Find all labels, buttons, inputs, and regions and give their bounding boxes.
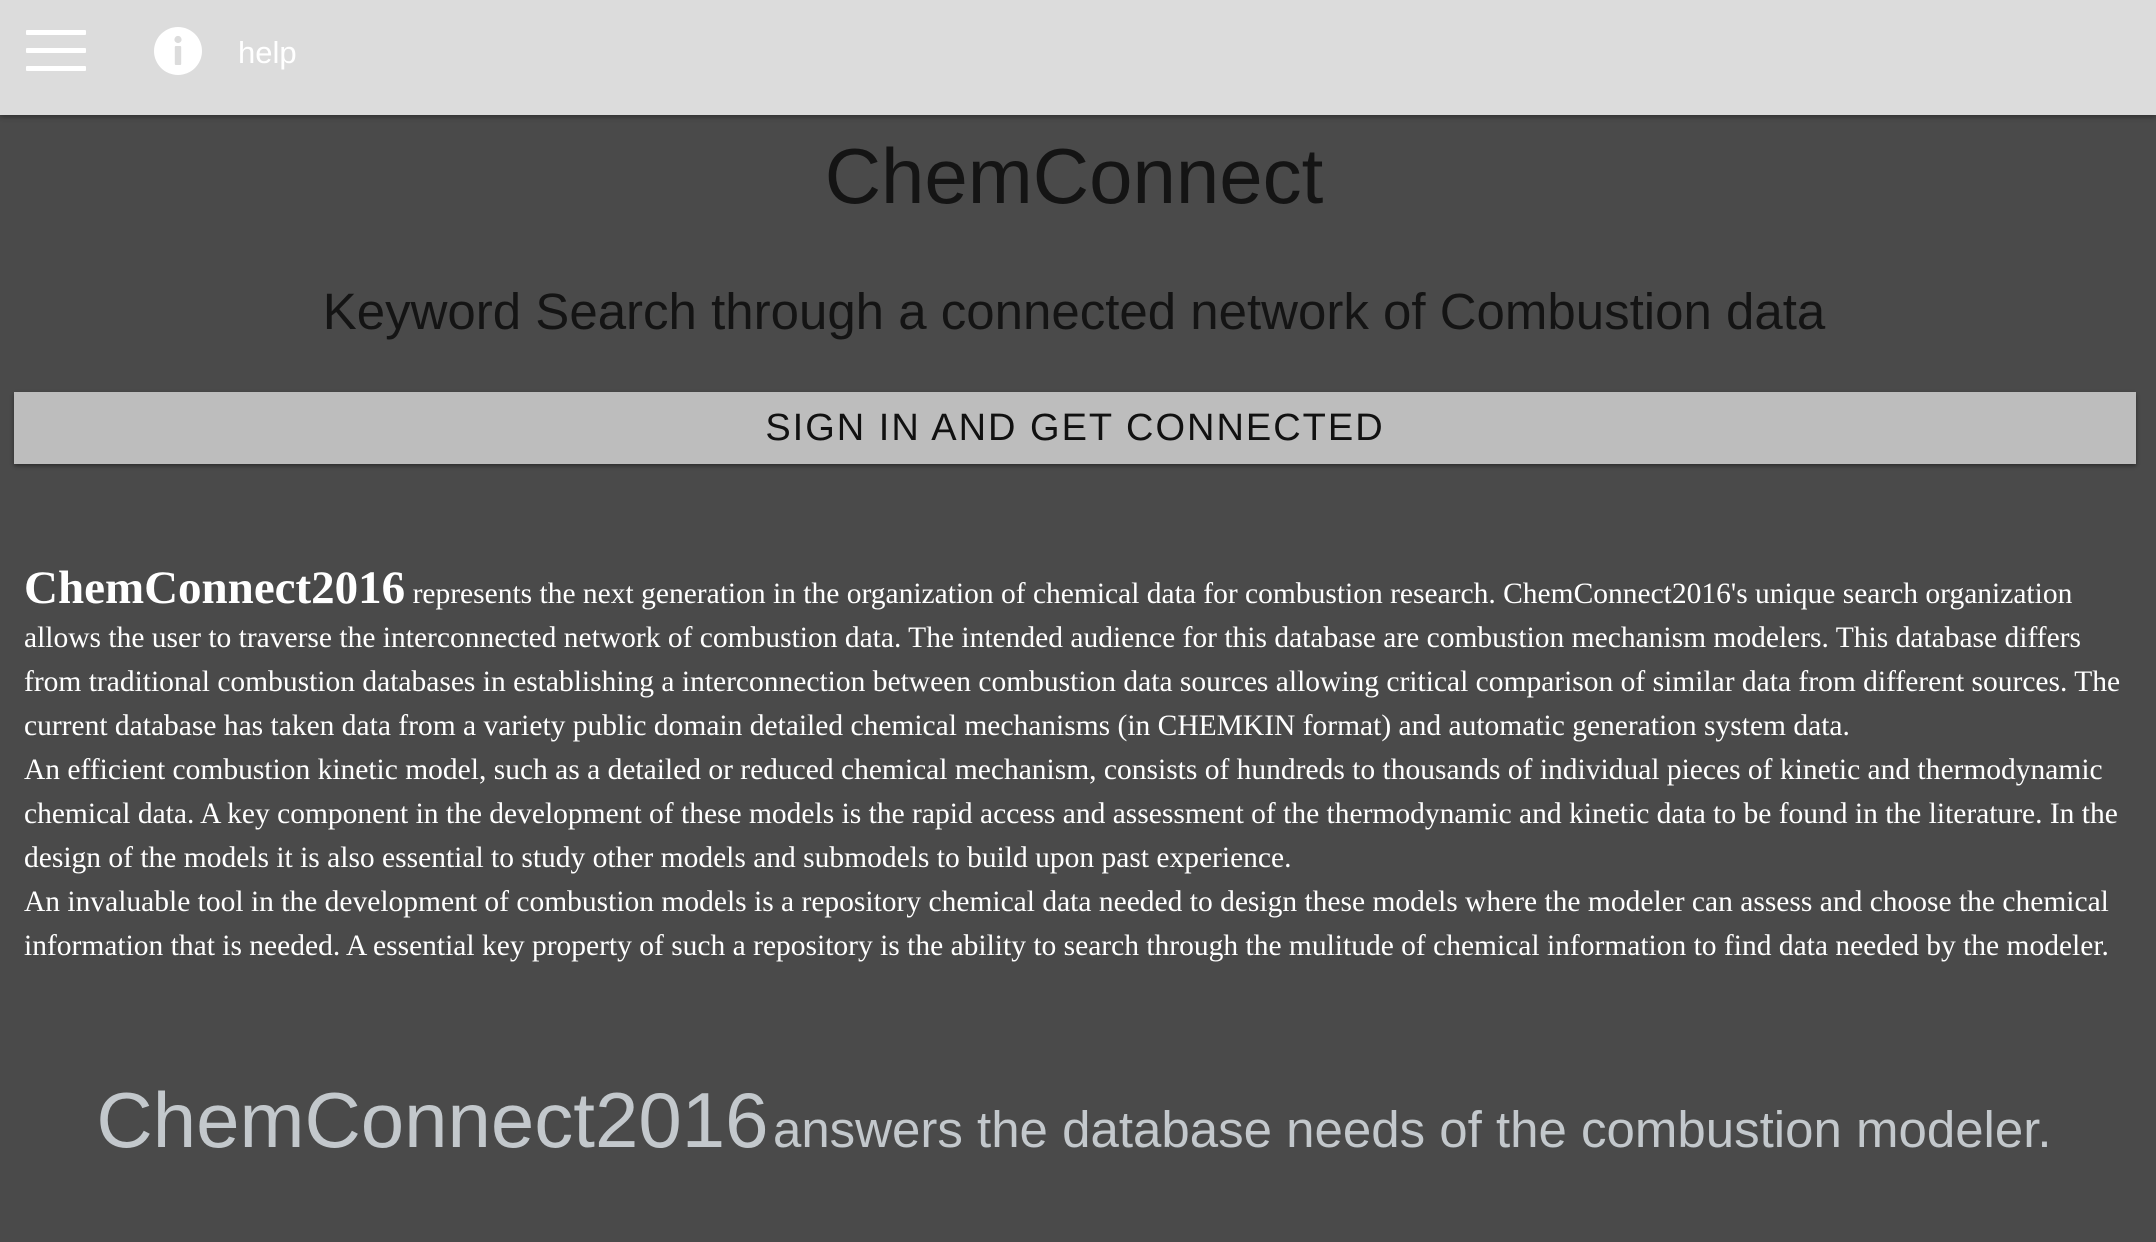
description-paragraph: An efficient combustion kinetic model, s… — [24, 754, 2118, 874]
description-section: ChemConnect2016 represents the next gene… — [24, 565, 2132, 968]
tagline-text: answers the database needs of the combus… — [772, 1101, 2052, 1158]
brand-name: ChemConnect2016 — [24, 562, 406, 614]
hamburger-menu-icon[interactable] — [26, 28, 86, 72]
menu-line — [26, 30, 86, 35]
description-paragraph: An invaluable tool in the development of… — [24, 886, 2109, 962]
sign-in-button[interactable]: SIGN IN AND GET CONNECTED — [14, 392, 2136, 464]
top-app-bar: help — [0, 0, 2156, 115]
page-subtitle: Keyword Search through a connected netwo… — [322, 283, 1826, 340]
tagline: ChemConnect2016 answers the database nee… — [0, 1072, 2148, 1191]
info-circle-icon[interactable] — [154, 27, 202, 75]
page-title: ChemConnect — [824, 132, 1324, 220]
help-link[interactable]: help — [238, 34, 297, 72]
menu-line — [26, 66, 86, 71]
tagline-brand: ChemConnect2016 — [96, 1076, 769, 1164]
menu-line — [26, 48, 86, 53]
description-paragraph: ChemConnect2016 represents the next gene… — [24, 565, 2132, 748]
